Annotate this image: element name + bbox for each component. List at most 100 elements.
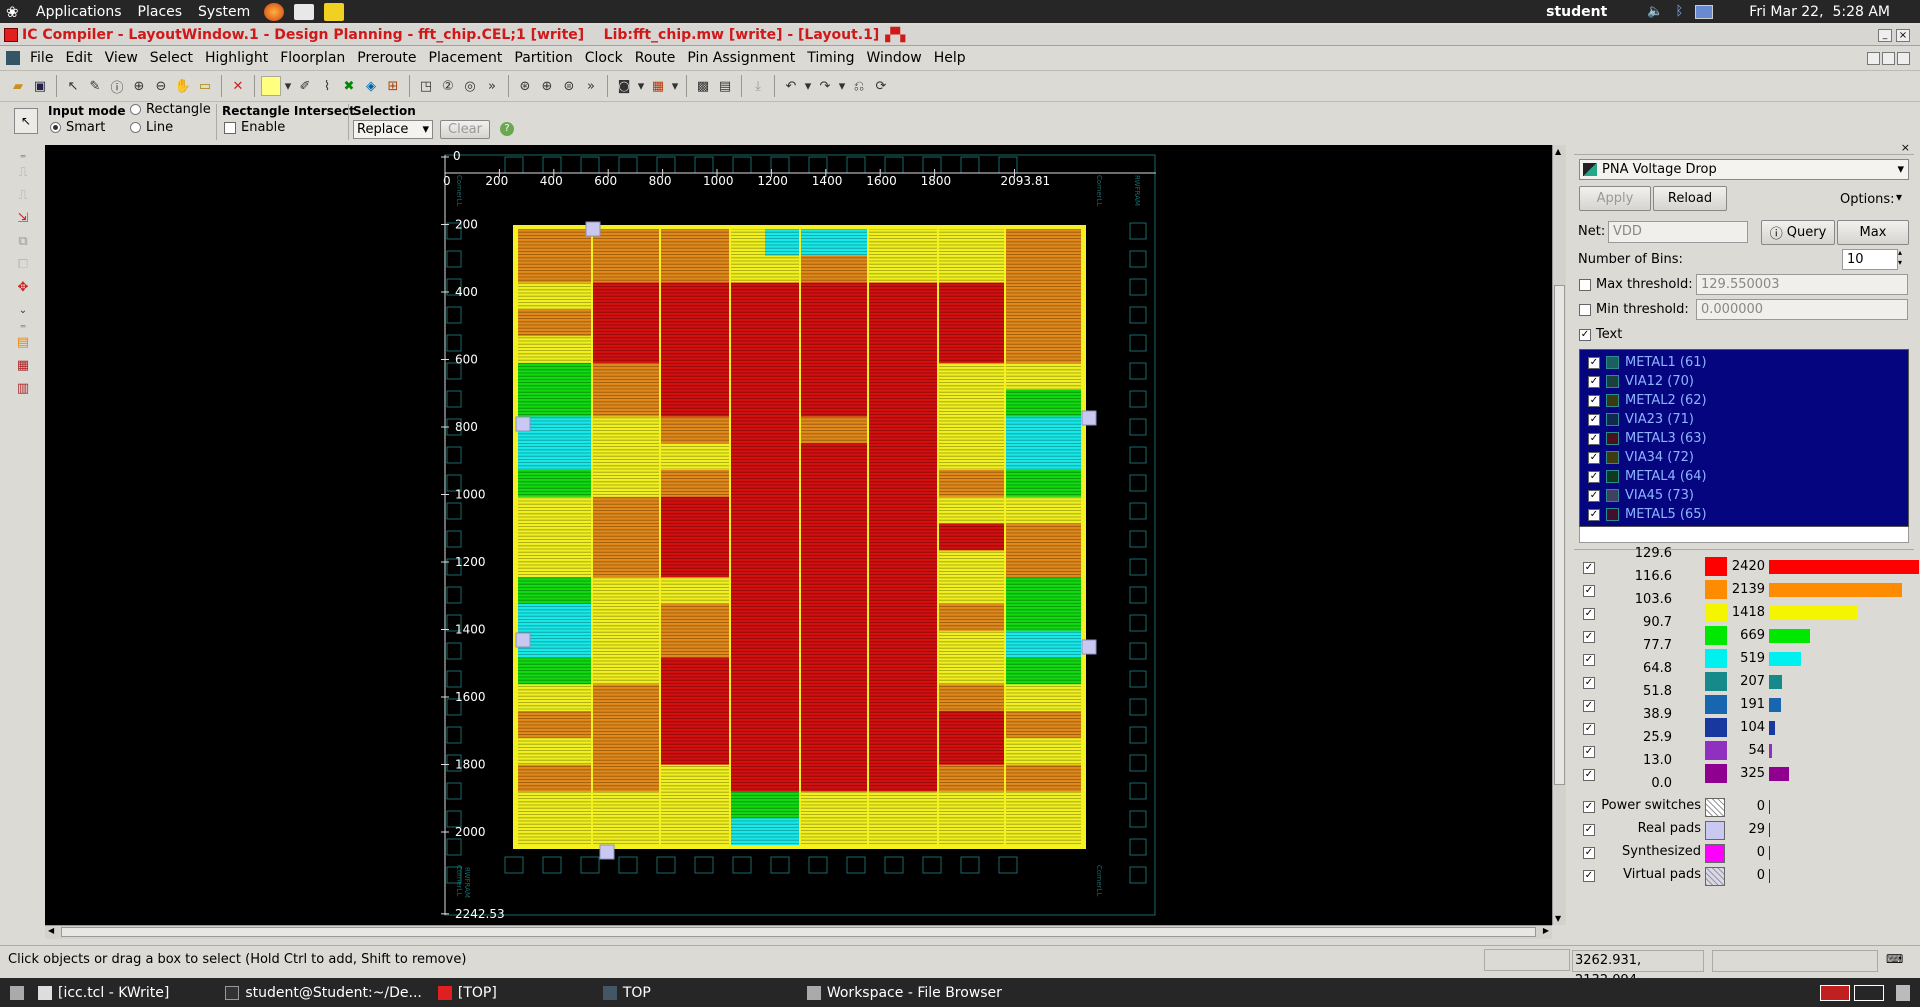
- apply-button[interactable]: Apply: [1579, 186, 1651, 211]
- enable-checkbox[interactable]: Enable: [224, 120, 285, 135]
- menu-pin-assignment[interactable]: Pin Assignment: [681, 50, 801, 66]
- menu-window[interactable]: Window: [861, 50, 928, 66]
- net-field[interactable]: VDD: [1608, 221, 1748, 243]
- cell-icon[interactable]: ⊞: [383, 76, 403, 96]
- bin-checkbox[interactable]: ✓: [1583, 631, 1595, 643]
- expand-icon[interactable]: ⌄: [13, 300, 33, 320]
- show-desktop-icon[interactable]: [10, 985, 24, 1000]
- spinner-arrows-icon[interactable]: ▴ ▾: [1898, 248, 1902, 268]
- layer-item[interactable]: ✓ METAL3 (63): [1580, 429, 1908, 448]
- copy-icon[interactable]: ⧉: [13, 231, 33, 251]
- min-threshold-field[interactable]: 0.000000: [1696, 299, 1908, 320]
- more-zoom-icon[interactable]: »: [581, 76, 601, 96]
- window-titlebar[interactable]: IC Compiler - LayoutWindow.1 - Design Pl…: [0, 25, 1920, 46]
- layer-visible-checkbox[interactable]: ✓: [1588, 356, 1600, 369]
- layer-item[interactable]: ✓ VIA23 (71): [1580, 410, 1908, 429]
- bins-spinner[interactable]: 10: [1842, 249, 1898, 270]
- select-mode-icon[interactable]: ↖: [14, 108, 38, 134]
- info-icon[interactable]: ⓘ: [107, 76, 127, 96]
- zoom-q-icon[interactable]: ◎: [460, 76, 480, 96]
- download-icon[interactable]: ⤓: [748, 76, 768, 96]
- mdi-close-button[interactable]: [1897, 51, 1910, 65]
- pad-checkbox[interactable]: ✓: [1583, 824, 1595, 836]
- task-file-browser[interactable]: Workspace - File Browser: [799, 985, 1010, 1001]
- grid-icon[interactable]: ▩: [693, 76, 713, 96]
- bin-checkbox[interactable]: ✓: [1583, 746, 1595, 758]
- task-terminal[interactable]: student@Student:~/De...: [217, 985, 430, 1001]
- grid-view-icon[interactable]: ▦: [13, 355, 33, 375]
- bluetooth-icon[interactable]: ᛒ: [1675, 4, 1683, 19]
- menu-partition[interactable]: Partition: [508, 50, 578, 66]
- layer-visible-checkbox[interactable]: ✓: [1588, 375, 1600, 388]
- options-label[interactable]: Options:: [1840, 192, 1895, 207]
- zoom-out-icon[interactable]: ⊖: [151, 76, 171, 96]
- cross-move-icon[interactable]: ✥: [13, 277, 33, 297]
- bin-checkbox[interactable]: ✓: [1583, 585, 1595, 597]
- camera-dropdown-icon[interactable]: ▾: [636, 76, 646, 96]
- close-window-button[interactable]: ×: [1896, 28, 1910, 42]
- bin-checkbox[interactable]: ✓: [1583, 677, 1595, 689]
- layer-item[interactable]: ✓ VIA12 (70): [1580, 372, 1908, 391]
- zoom-in-icon[interactable]: ⊕: [129, 76, 149, 96]
- stack-down-icon[interactable]: ⎍: [13, 185, 33, 205]
- bin-checkbox[interactable]: ✓: [1583, 700, 1595, 712]
- zoom-fit-icon[interactable]: ⊛: [515, 76, 535, 96]
- layer-item[interactable]: ✓ METAL4 (64): [1580, 467, 1908, 486]
- save-icon[interactable]: ▣: [30, 76, 50, 96]
- refresh-icon[interactable]: ⟳: [871, 76, 891, 96]
- layer-palette-icon[interactable]: ▤: [13, 332, 33, 352]
- smart-radio[interactable]: Smart: [50, 120, 105, 135]
- clock[interactable]: Fri Mar 22, 5:28 AM: [1749, 4, 1890, 20]
- firefox-icon[interactable]: [264, 2, 285, 21]
- keyboard-icon[interactable]: ⌨: [1886, 952, 1903, 966]
- max-threshold-field[interactable]: 129.550003: [1696, 274, 1908, 295]
- pad-checkbox[interactable]: ✓: [1583, 847, 1595, 859]
- layer-item[interactable]: ✓ METAL1 (61): [1580, 353, 1908, 372]
- layer-item[interactable]: ✓ VIA34 (72): [1580, 448, 1908, 467]
- rectangle-radio[interactable]: Rectangle: [130, 102, 211, 117]
- stack-icon[interactable]: ⎍: [13, 162, 33, 182]
- flylines-icon[interactable]: ✖: [339, 76, 359, 96]
- layer-visible-checkbox[interactable]: ✓: [1588, 432, 1600, 445]
- delete-icon[interactable]: ✕: [228, 76, 248, 96]
- layer-list[interactable]: ✓ METAL1 (61) ✓ VIA12 (70) ✓ METAL2 (62) ✓ VIA2…: [1579, 349, 1909, 527]
- options-dropdown-icon[interactable]: ▾: [1896, 190, 1902, 204]
- menu-highlight[interactable]: Highlight: [199, 50, 274, 66]
- mail-icon[interactable]: [294, 3, 315, 20]
- network-icon[interactable]: [1695, 4, 1714, 19]
- menu-floorplan[interactable]: Floorplan: [274, 50, 351, 66]
- layer-visible-checkbox[interactable]: ✓: [1588, 413, 1600, 426]
- highlight-color-icon[interactable]: [261, 76, 281, 96]
- scroll-down-icon[interactable]: ▼: [1555, 914, 1561, 923]
- scroll-right-icon[interactable]: ▶: [1543, 926, 1549, 935]
- applications-menu[interactable]: Applications: [28, 4, 130, 20]
- layer-icon[interactable]: ▤: [715, 76, 735, 96]
- layout-canvas[interactable]: CornerLL CornerLL CornerLL CornerLL RWFRAM RW…: [45, 145, 1552, 925]
- mdi-minimize-button[interactable]: [1867, 51, 1880, 65]
- query-button[interactable]: ⓘ Query: [1761, 220, 1835, 245]
- menu-view[interactable]: View: [99, 50, 144, 66]
- min-threshold-checkbox[interactable]: [1579, 304, 1591, 316]
- reload-button[interactable]: Reload: [1653, 186, 1727, 211]
- panel-close-icon[interactable]: ×: [1901, 141, 1910, 154]
- menu-select[interactable]: Select: [144, 50, 199, 66]
- scroll-left-icon[interactable]: ◀: [48, 926, 54, 935]
- redo-dropdown-icon[interactable]: ▾: [837, 76, 847, 96]
- layer-visible-checkbox[interactable]: ✓: [1588, 508, 1600, 521]
- scroll-up-icon[interactable]: ▲: [1555, 147, 1561, 156]
- history-icon[interactable]: ⎌: [849, 76, 869, 96]
- selection-dropdown[interactable]: Replace ▾: [353, 120, 433, 139]
- menu-file[interactable]: File: [24, 50, 59, 66]
- bin-checkbox[interactable]: ✓: [1583, 654, 1595, 666]
- layer-visible-checkbox[interactable]: ✓: [1588, 470, 1600, 483]
- zoom-in-plus-icon[interactable]: ⊕: [537, 76, 557, 96]
- map-selector[interactable]: PNA Voltage Drop ▾: [1579, 159, 1909, 180]
- places-menu[interactable]: Places: [130, 4, 191, 20]
- task-top-bracket[interactable]: [TOP]: [430, 985, 505, 1001]
- horizontal-scroll-thumb[interactable]: [61, 927, 1536, 937]
- palette-dropdown-icon[interactable]: ▾: [670, 76, 680, 96]
- menu-help[interactable]: Help: [928, 50, 972, 66]
- layout-view-icon[interactable]: ▥: [13, 378, 33, 398]
- undo-dropdown-icon[interactable]: ▾: [803, 76, 813, 96]
- menu-edit[interactable]: Edit: [59, 50, 98, 66]
